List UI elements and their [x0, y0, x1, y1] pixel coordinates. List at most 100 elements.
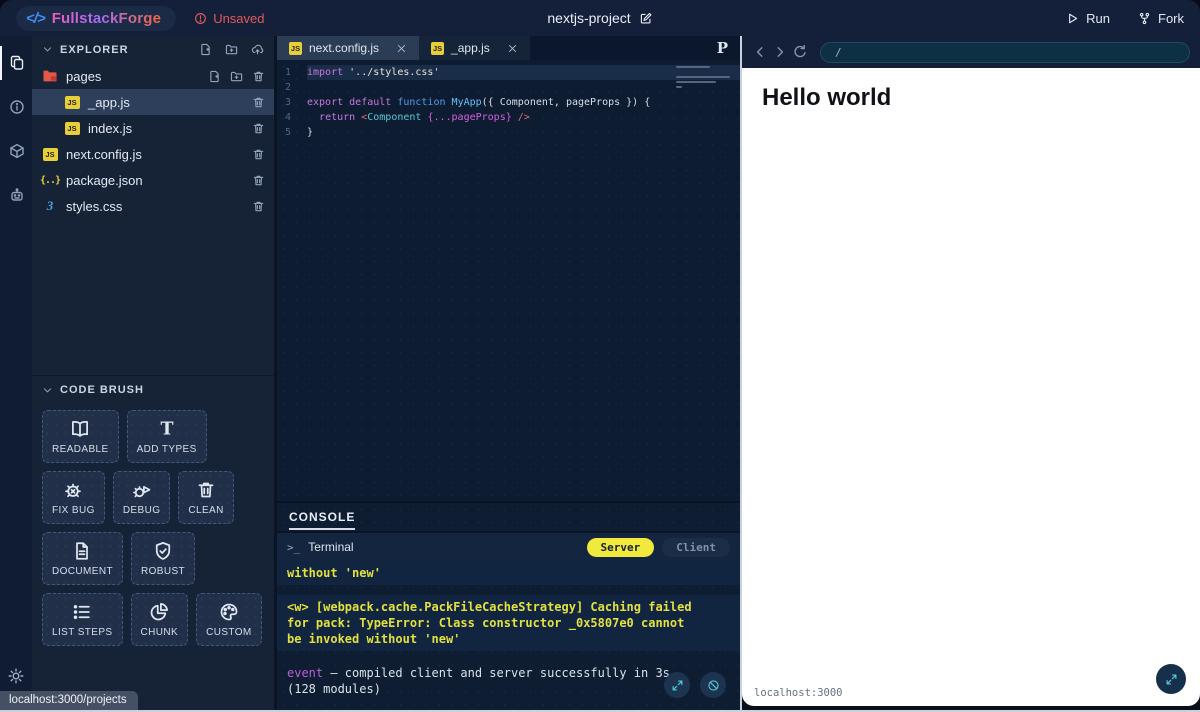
brush-label: DEBUG — [122, 505, 161, 516]
brush-custom-button[interactable]: CUSTOM — [196, 593, 262, 646]
shield-check-icon — [153, 541, 173, 561]
brush-document-button[interactable]: DOCUMENT — [42, 532, 123, 585]
files-icon — [9, 55, 25, 71]
trash-icon[interactable] — [252, 200, 265, 213]
url-bar[interactable] — [820, 41, 1190, 63]
activity-item-assistant[interactable] — [0, 178, 32, 212]
brush-label: CLEAN — [188, 505, 224, 516]
brush-debug-button[interactable]: DEBUG — [112, 471, 171, 524]
file-row-index.js[interactable]: JS index.js — [32, 115, 274, 141]
chevron-down-icon[interactable] — [42, 385, 53, 396]
line-number: 5 — [284, 127, 291, 138]
cube-icon — [9, 143, 25, 159]
js-icon: JS — [64, 94, 80, 110]
new-file-icon[interactable] — [208, 70, 221, 83]
tab-label: _app.js — [451, 41, 490, 55]
chevron-down-icon[interactable] — [42, 44, 53, 55]
activity-item-info[interactable] — [0, 90, 32, 124]
brush-fix-bug-button[interactable]: FIX BUG — [42, 471, 105, 524]
code-line: 2 — [277, 80, 740, 95]
palette-icon — [219, 602, 239, 622]
info-icon — [9, 99, 25, 115]
brush-label: CUSTOM — [206, 627, 252, 638]
editor-tab-bar: JS next.config.js JS _app.js P — [277, 36, 740, 60]
code-text: } — [307, 127, 314, 138]
brush-chunk-button[interactable]: CHUNK — [130, 593, 189, 646]
new-folder-icon[interactable] — [225, 43, 238, 56]
code-line: 4 return <Component {...pageProps} /> — [277, 110, 740, 125]
file-name: next.config.js — [66, 146, 142, 162]
edit-project-icon[interactable] — [640, 12, 653, 25]
expand-icon — [671, 679, 684, 692]
json-icon: {..} — [39, 174, 61, 186]
new-file-icon[interactable] — [199, 43, 212, 56]
list-steps-icon — [72, 602, 92, 622]
prettier-badge[interactable]: P — [717, 36, 740, 60]
fork-button[interactable]: Fork — [1138, 11, 1184, 26]
folder-icon — [42, 68, 58, 84]
robot-icon — [9, 187, 25, 203]
back-icon[interactable] — [752, 44, 768, 60]
server-toggle[interactable]: Server — [586, 537, 655, 557]
js-icon: JS — [289, 41, 302, 55]
code-brush-title: CODE BRUSH — [60, 384, 144, 396]
fork-label: Fork — [1158, 10, 1184, 26]
new-folder-icon[interactable] — [230, 70, 243, 83]
activity-bar — [0, 36, 32, 710]
client-toggle[interactable]: Client — [662, 537, 730, 557]
console-tab[interactable]: CONSOLE — [289, 510, 356, 530]
file-row-_app.js[interactable]: JS _app.js — [32, 89, 274, 115]
run-label: Run — [1086, 10, 1110, 26]
file-row-pages[interactable]: pages — [32, 63, 274, 89]
preview-toolbar — [742, 36, 1200, 68]
url-input[interactable] — [833, 44, 1177, 60]
clear-console-button[interactable] — [700, 672, 726, 698]
activity-item-files[interactable] — [0, 46, 32, 80]
close-icon[interactable] — [396, 43, 407, 54]
pie-chart-icon — [149, 602, 169, 622]
explorer-spacer — [32, 219, 274, 375]
expand-console-button[interactable] — [664, 672, 690, 698]
trash-icon[interactable] — [252, 122, 265, 135]
brush-clean-button[interactable]: CLEAN — [178, 471, 234, 524]
brush-list-steps-button[interactable]: LIST STEPS — [42, 593, 123, 646]
editor-column: JS next.config.js JS _app.js P 1 import '../… — [277, 36, 742, 710]
line-number: 4 — [284, 112, 291, 123]
code-editor[interactable]: 1 import '../styles.css' 2 3 export default … — [277, 60, 740, 501]
file-row-styles.css[interactable]: 3 styles.css — [32, 193, 274, 219]
minimap[interactable] — [676, 66, 732, 88]
file-row-package.json[interactable]: {..} package.json — [32, 167, 274, 193]
log-event-prefix: event — [287, 666, 324, 680]
refresh-icon[interactable] — [792, 44, 808, 60]
brush-add-types-button[interactable]: T ADD TYPES — [126, 410, 207, 463]
file-row-actions — [252, 148, 274, 161]
trash-icon[interactable] — [252, 174, 265, 187]
trash-icon[interactable] — [252, 70, 265, 83]
forward-icon[interactable] — [772, 44, 788, 60]
code-line: 5} — [277, 125, 740, 140]
editor-tab-next.config.js[interactable]: JS next.config.js — [277, 36, 420, 60]
editor-tab-_app.js[interactable]: JS _app.js — [419, 36, 530, 60]
brand-name: FullstackForge — [51, 9, 162, 27]
brush-label: READABLE — [52, 444, 109, 455]
run-button[interactable]: Run — [1066, 11, 1110, 26]
brush-robust-button[interactable]: ROBUST — [130, 532, 196, 585]
brush-readable-button[interactable]: READABLE — [42, 410, 119, 463]
theme-toggle-sun-icon[interactable] — [8, 668, 24, 684]
file-row-actions — [208, 70, 274, 83]
trash-icon[interactable] — [252, 96, 265, 109]
file-row-next.config.js[interactable]: JS next.config.js — [32, 141, 274, 167]
terminal-label: Terminal — [308, 540, 354, 554]
link-status-tooltip: localhost:3000/projects — [0, 691, 138, 710]
clear-icon — [707, 679, 720, 692]
explorer-panel: EXPLORER pages JS _app.js JS index.js JS next.… — [32, 36, 277, 710]
brush-label: DOCUMENT — [52, 566, 113, 577]
expand-preview-button[interactable] — [1156, 664, 1186, 694]
trash-icon[interactable] — [252, 148, 265, 161]
activity-item-packages[interactable] — [0, 134, 32, 168]
close-icon[interactable] — [507, 43, 518, 54]
console-log-entry: without 'new' — [277, 561, 740, 585]
upload-icon[interactable] — [251, 43, 264, 56]
trash-icon — [196, 480, 216, 500]
preview-heading: Hello world — [762, 84, 892, 111]
